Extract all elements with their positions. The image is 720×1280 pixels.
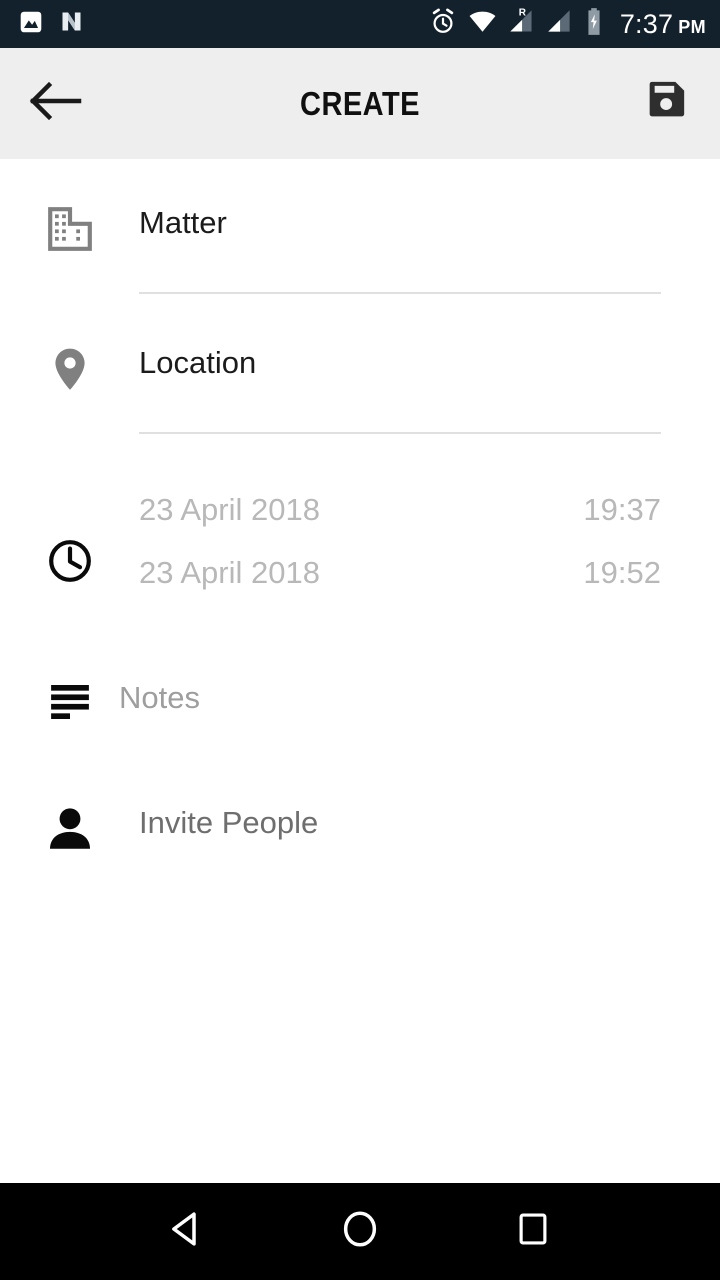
app-toolbar: CREATE <box>0 48 720 159</box>
matter-input[interactable]: Matter <box>139 204 661 242</box>
svg-text:R: R <box>519 7 527 18</box>
status-bar-clock: 7:37 PM <box>619 8 706 39</box>
end-date[interactable]: 23 April 2018 <box>139 554 320 592</box>
notes-input[interactable]: Notes <box>119 679 661 717</box>
field-body-notes: Notes <box>119 679 720 719</box>
status-bar-ampm: PM <box>678 16 706 37</box>
triangle-back-icon <box>166 1208 208 1255</box>
matter-underline <box>139 292 661 294</box>
field-row-location[interactable]: Location <box>0 344 720 434</box>
square-recents-icon <box>514 1210 552 1253</box>
phone-screen: R 7:37 PM CREATE Matter Location 23 Apri… <box>0 0 720 1280</box>
person-icon <box>0 804 139 854</box>
signal-icon <box>546 8 573 40</box>
schedule-spacer <box>139 529 661 554</box>
field-body-location: Location <box>139 344 720 434</box>
field-body-matter: Matter <box>139 204 720 294</box>
map-pin-icon <box>0 344 139 434</box>
page-title: CREATE <box>300 84 420 122</box>
signal-roaming-icon: R <box>508 7 535 41</box>
end-time[interactable]: 19:52 <box>583 554 661 592</box>
start-date[interactable]: 23 April 2018 <box>139 491 320 529</box>
field-body-invite: Invite People <box>139 804 720 854</box>
save-floppy-icon <box>642 78 688 129</box>
image-icon <box>18 9 44 40</box>
status-bar-right-icons: R 7:37 PM <box>429 7 706 41</box>
field-row-matter[interactable]: Matter <box>0 204 720 294</box>
circle-home-icon <box>339 1208 381 1255</box>
location-underline <box>139 432 661 434</box>
start-time[interactable]: 19:37 <box>583 491 661 529</box>
alarm-icon <box>429 8 457 41</box>
arrow-back-icon <box>27 77 83 130</box>
back-button[interactable] <box>0 77 110 130</box>
status-bar-left-icons <box>18 8 85 40</box>
wifi-icon <box>468 7 497 41</box>
field-row-schedule[interactable]: 23 April 2018 19:37 23 April 2018 19:52 <box>0 491 720 592</box>
schedule-start-row[interactable]: 23 April 2018 19:37 <box>139 491 661 529</box>
battery-charging-icon <box>584 7 604 41</box>
field-body-schedule: 23 April 2018 19:37 23 April 2018 19:52 <box>139 491 720 592</box>
android-nav-bar <box>0 1183 720 1280</box>
business-building-icon <box>0 204 139 294</box>
status-bar-time: 7:37 <box>619 8 674 39</box>
nav-home-button[interactable] <box>315 1187 405 1277</box>
create-form: Matter Location 23 April 2018 19:37 23 A… <box>0 159 720 1183</box>
nav-recents-button[interactable] <box>488 1187 578 1277</box>
field-row-notes[interactable]: Notes <box>0 679 720 719</box>
schedule-end-row[interactable]: 23 April 2018 19:52 <box>139 554 661 592</box>
invite-people-label[interactable]: Invite People <box>139 804 661 842</box>
save-button[interactable] <box>610 78 720 129</box>
nav-back-button[interactable] <box>142 1187 232 1277</box>
nougat-icon <box>58 8 85 40</box>
location-input[interactable]: Location <box>139 344 661 382</box>
field-row-invite[interactable]: Invite People <box>0 804 720 854</box>
status-bar: R 7:37 PM <box>0 0 720 48</box>
clock-icon <box>0 491 139 592</box>
